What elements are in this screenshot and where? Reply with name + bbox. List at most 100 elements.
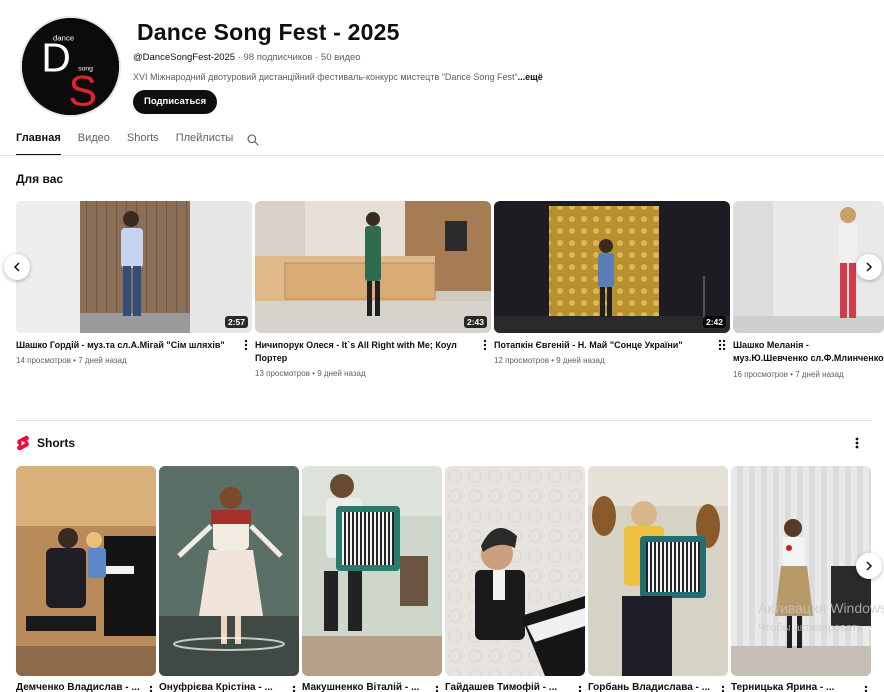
thumbnail-image [159,466,299,676]
short-title[interactable]: Горбань Владислава - ... [588,682,728,692]
video-meta: 14 просмотров • 7 дней назад [16,356,252,365]
subscribe-button[interactable]: Подписаться [133,90,218,114]
more-vert-icon[interactable] [148,685,154,692]
shorts-heading: Shorts [16,435,75,451]
logo-word-song: song [78,65,93,72]
video-count: 50 видео [320,52,361,63]
description-more-link[interactable]: ...ещё [518,72,543,82]
short-card[interactable]: Онуфрієва Крістіна - ... [159,466,299,692]
tab-shorts[interactable]: Shorts [127,126,159,156]
carousel-prev-button[interactable] [4,254,30,280]
video-views: 16 просмотров [733,370,788,379]
more-vert-icon[interactable] [720,685,726,692]
short-card[interactable]: Терницька Ярина - ... [731,466,871,692]
video-thumbnail[interactable]: 2:57 [16,201,252,333]
tab-home[interactable]: Главная [16,126,61,156]
short-thumbnail[interactable] [159,466,299,676]
more-vert-icon[interactable] [243,339,249,351]
chevron-left-icon [13,262,20,272]
video-card[interactable]: Шашко Меланія - муз.Ю.Шевченко сл.Ф.Млин… [718,201,884,379]
dance-song-logo: D dance S song [22,18,119,115]
video-thumbnail[interactable]: 2:43 [255,201,491,333]
short-card[interactable]: Горбань Владислава - ... [588,466,728,692]
channel-meta: @DanceSongFest-2025 · 98 подписчиков · 5… [133,52,361,63]
watermark-line-2: Чтобы активировать [758,622,863,634]
more-vert-icon[interactable] [434,685,440,692]
short-title[interactable]: Макушненко Віталій - ... [302,682,442,692]
video-age: 9 дней назад [556,356,605,365]
shorts-logo-icon [17,435,29,451]
chevron-right-icon [866,561,873,571]
video-duration: 2:43 [463,316,487,328]
short-thumbnail[interactable] [445,466,585,676]
video-age: 7 дней назад [795,370,844,379]
thumbnail-image [731,466,871,676]
more-vert-icon[interactable] [717,339,723,351]
windows-activation-watermark: Активация Windows Чтобы активировать [758,598,884,638]
short-title[interactable]: Гайдашев Тимофій - ... [445,682,585,692]
logo-letter-s: S [69,67,97,115]
video-title[interactable]: Шашко Гордій - муз.та сл.А.Мігай "Сім шл… [16,339,252,352]
video-title[interactable]: Ничипорук Олеся - It`s All Right with Me… [255,339,491,365]
channel-tabs: Главная Видео Shorts Плейлисты [16,126,250,156]
thumbnail-image [494,201,730,333]
for-you-heading: Для вас [16,172,64,186]
short-title[interactable]: Онуфрієва Крістіна - ... [159,682,299,692]
shorts-next-button[interactable] [856,553,882,579]
video-duration: 2:42 [702,316,726,328]
video-views: 14 просмотров [16,356,71,365]
thumbnail-image [255,201,491,333]
video-age: 9 дней назад [317,369,366,378]
more-vert-icon[interactable] [852,436,862,450]
short-title[interactable]: Демченко Владислав - ... [16,682,156,692]
video-age: 7 дней назад [78,356,127,365]
search-icon[interactable] [246,133,260,147]
short-thumbnail[interactable] [731,466,871,676]
thumbnail-image [588,466,728,676]
short-thumbnail[interactable] [588,466,728,676]
tabs-divider [0,155,884,156]
tab-playlists[interactable]: Плейлисты [176,126,234,156]
more-vert-icon[interactable] [482,339,488,351]
video-duration: 2:57 [224,316,248,328]
video-views: 13 просмотров [255,369,310,378]
meta-separator: · [235,52,244,63]
video-card[interactable]: 2:42 Потапкін Євгеній - Н. Май "Сонце Ук… [494,201,730,365]
watermark-line-1: Активация Windows [758,600,884,616]
shorts-title: Shorts [37,436,76,450]
video-meta: 13 просмотров • 9 дней назад [255,369,491,378]
section-divider [16,420,872,421]
short-card[interactable]: Демченко Владислав - ... [16,466,156,692]
chevron-right-icon [866,262,873,272]
video-card[interactable]: 2:57 Шашко Гордій - муз.та сл.А.Мігай "С… [16,201,252,365]
video-title[interactable]: Шашко Меланія - муз.Ю.Шевченко сл.Ф.Млин… [733,339,884,366]
short-title[interactable]: Терницька Ярина - ... [731,682,871,692]
short-card[interactable]: Макушненко Віталій - ... [302,466,442,692]
thumbnail-image [302,466,442,676]
logo-word-dance: dance [53,33,74,42]
channel-handle[interactable]: @DanceSongFest-2025 [133,52,235,63]
video-views: 12 просмотров [494,356,549,365]
more-vert-icon[interactable] [577,685,583,692]
video-card[interactable]: 2:43 Ничипорук Олеся - It`s All Right wi… [255,201,491,378]
subscriber-count: 98 подписчиков [243,52,313,63]
meta-separator: · [312,52,321,63]
tab-videos[interactable]: Видео [78,126,110,156]
short-card[interactable]: Гайдашев Тимофій - ... [445,466,585,692]
thumbnail-image [16,466,156,676]
channel-description-text: XVI Міжнародний двотуровий дистанційний … [133,72,518,82]
channel-avatar[interactable]: D dance S song [20,16,121,117]
short-thumbnail[interactable] [16,466,156,676]
channel-description[interactable]: XVI Міжнародний двотуровий дистанційний … [133,72,543,82]
video-meta: 12 просмотров • 9 дней назад [494,356,730,365]
video-thumbnail[interactable]: 2:42 [494,201,730,333]
more-vert-icon[interactable] [291,685,297,692]
video-title[interactable]: Потапкін Євгеній - Н. Май "Сонце України… [494,339,730,352]
more-vert-icon[interactable] [863,685,869,692]
thumbnail-image [16,201,252,333]
video-meta: 16 просмотров • 7 дней назад [733,370,884,379]
thumbnail-image [445,466,585,676]
carousel-next-button[interactable] [856,254,882,280]
channel-title: Dance Song Fest - 2025 [137,19,400,45]
short-thumbnail[interactable] [302,466,442,676]
